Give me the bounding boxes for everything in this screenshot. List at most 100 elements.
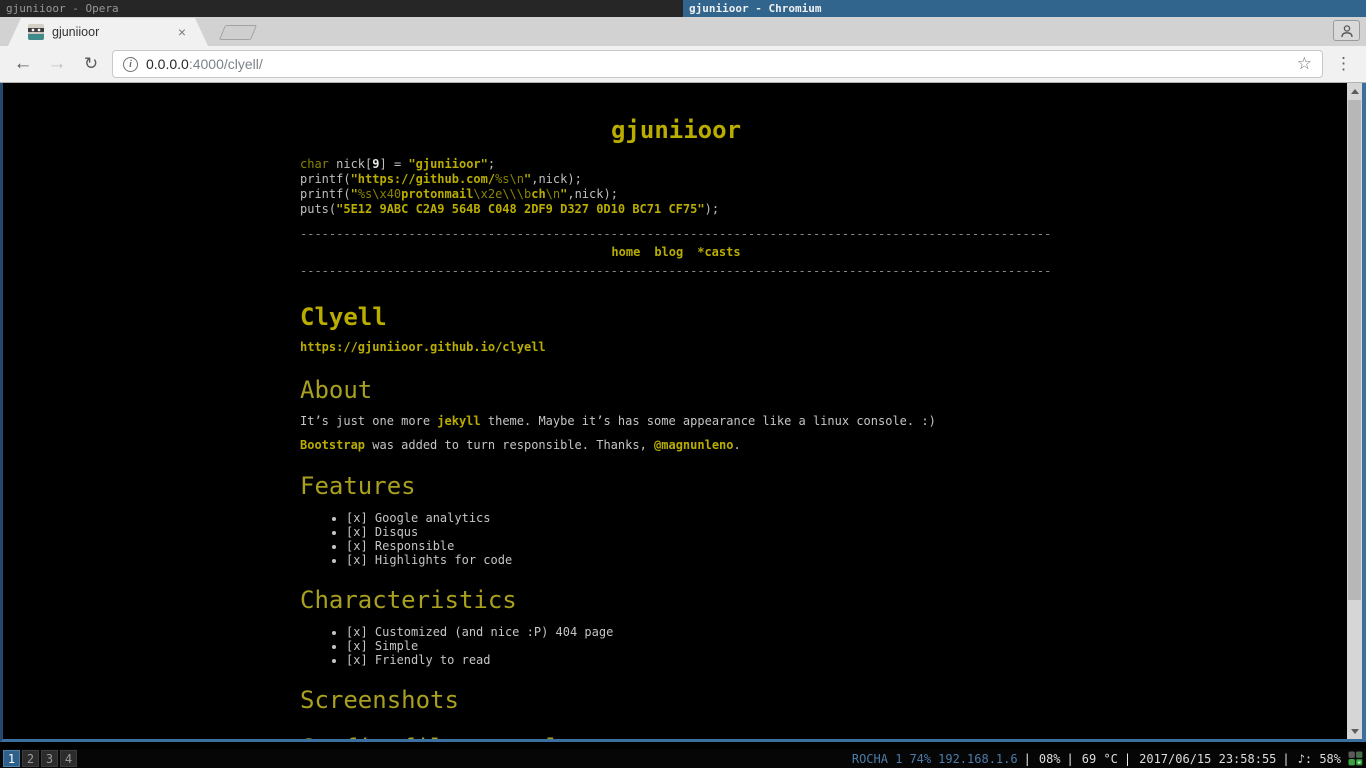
config-heading: Config file example — [300, 733, 1052, 739]
dashed-separator: ----------------------------------------… — [300, 266, 1052, 276]
header-code-block: char nick[9] = "gjuniioor";printf("https… — [300, 157, 1052, 217]
webpage: gjuniioor char nick[9] = "gjuniioor";pri… — [3, 83, 1347, 739]
text-run: nick[ — [329, 157, 372, 171]
workspace-button-2[interactable]: 2 — [22, 750, 39, 767]
window-title-opera[interactable]: gjuniioor - Opera — [0, 0, 683, 17]
status-battery: 08% — [1039, 752, 1061, 766]
tab-title: gjuniioor — [52, 25, 176, 39]
status-datetime: 2017/06/15 23:58:55 — [1139, 752, 1276, 766]
tab-strip: gjuniioor × — [0, 17, 1366, 46]
window-title-chromium-label: gjuniioor - Chromium — [689, 2, 821, 15]
status-separator: | — [1282, 752, 1289, 766]
browser-tab[interactable]: gjuniioor × — [8, 18, 208, 46]
status-separator: | — [1024, 752, 1031, 766]
code-line: puts("5E12 9ABC C2A9 564B C048 2DF9 D327… — [300, 202, 1052, 217]
page-title: gjuniioor — [300, 115, 1052, 145]
browser-menu-icon[interactable]: ⋮ — [1331, 54, 1356, 74]
tab-close-icon[interactable]: × — [176, 25, 188, 39]
address-bar[interactable]: i 0.0.0.0:4000/clyell/ ☆ — [112, 50, 1323, 78]
status-ip: 192.168.1.6 — [938, 752, 1017, 766]
text-run: puts( — [300, 202, 336, 216]
text-run: was added to turn responsible. Thanks, — [365, 438, 654, 452]
list-item: [x] Friendly to read — [346, 653, 1052, 667]
text-run: theme. Maybe it’s has some appearance li… — [481, 414, 936, 428]
workspace-button-3[interactable]: 3 — [41, 750, 58, 767]
updates-tray-icon[interactable] — [1348, 751, 1363, 766]
text-run: \n — [546, 187, 560, 201]
list-item: [x] Highlights for code — [346, 553, 1052, 567]
user-icon — [1340, 24, 1354, 38]
list-item: [x] Customized (and nice :P) 404 page — [346, 625, 1052, 639]
about-paragraph-1: It’s just one more jekyll theme. Maybe i… — [300, 414, 1052, 429]
status-info: ROCHA 1 74% 192.168.1.6 | 08% | 69 °C | … — [845, 751, 1363, 766]
code-line: printf("https://github.com/%s\n",nick); — [300, 172, 1052, 187]
wm-titlebar: gjuniioor - Opera gjuniioor - Chromium — [0, 0, 1366, 17]
browser-toolbar: ← → ↻ i 0.0.0.0:4000/clyell/ ☆ ⋮ — [0, 46, 1366, 83]
workspace-button-4[interactable]: 4 — [60, 750, 77, 767]
status-cpu: 74% — [909, 752, 931, 766]
url-host: 0.0.0.0 — [146, 56, 189, 72]
characteristics-list: [x] Customized (and nice :P) 404 page[x]… — [300, 625, 1052, 667]
features-list: [x] Google analytics[x] Disqus[x] Respon… — [300, 511, 1052, 567]
screenshots-heading: Screenshots — [300, 685, 1052, 715]
workspace-switcher: 1234 — [3, 750, 77, 767]
dashed-separator: ----------------------------------------… — [300, 229, 1052, 239]
list-item: [x] Disqus — [346, 525, 1052, 539]
status-host: ROCHA 1 — [852, 752, 903, 766]
status-volume: ♪: 58% — [1298, 752, 1341, 766]
text-run: printf( — [300, 172, 351, 186]
tab-favicon-icon — [28, 24, 44, 40]
nav-link-home[interactable]: home — [611, 245, 640, 259]
project-heading: Clyell — [300, 302, 1052, 332]
page-info-icon[interactable]: i — [123, 57, 138, 72]
code-line: char nick[9] = "gjuniioor"; — [300, 157, 1052, 172]
status-separator: | — [1067, 752, 1074, 766]
back-button[interactable]: ← — [10, 51, 36, 77]
status-separator: | — [1124, 752, 1131, 766]
text-run: "https://github.com/ — [351, 172, 496, 186]
reload-button[interactable]: ↻ — [78, 51, 104, 77]
text-run: 9 — [372, 157, 379, 171]
text-run: ); — [705, 202, 719, 216]
url-path: :4000/clyell/ — [189, 56, 263, 72]
text-run: "gjuniioor" — [408, 157, 487, 171]
text-run: protonmail — [401, 187, 473, 201]
workspace-button-1[interactable]: 1 — [3, 750, 20, 767]
text-run: printf( — [300, 187, 351, 201]
text-run: ,nick); — [567, 187, 618, 201]
project-url-link[interactable]: https://gjuniioor.github.io/clyell — [300, 340, 546, 355]
code-line: printf("%s\x40protonmail\x2e\\\bch\n",ni… — [300, 187, 1052, 202]
list-item: [x] Responsible — [346, 539, 1052, 553]
scroll-up-icon[interactable] — [1347, 83, 1362, 99]
list-item: [x] Google analytics — [346, 511, 1052, 525]
text-run: ] = — [380, 157, 409, 171]
scroll-down-icon[interactable] — [1347, 723, 1362, 739]
web-viewport: gjuniioor char nick[9] = "gjuniioor";pri… — [0, 83, 1366, 742]
forward-button[interactable]: → — [44, 51, 70, 77]
text-run: %s\x40 — [358, 187, 401, 201]
inline-link[interactable]: Bootstrap — [300, 438, 365, 452]
profile-button[interactable] — [1333, 20, 1360, 41]
text-run: char — [300, 157, 329, 171]
scrollbar-thumb[interactable] — [1348, 100, 1361, 600]
text-run: . — [734, 438, 741, 452]
nav-link-casts[interactable]: *casts — [697, 245, 740, 259]
url-text: 0.0.0.0:4000/clyell/ — [146, 56, 1289, 72]
new-tab-button[interactable] — [219, 25, 257, 40]
window-title-opera-label: gjuniioor - Opera — [6, 2, 119, 15]
text-run: "5E12 9ABC C2A9 564B C048 2DF9 D327 0D10… — [336, 202, 704, 216]
site-nav: home blog *casts — [300, 245, 1052, 260]
text-run: " — [351, 187, 358, 201]
text-run: \x2e\\\b — [473, 187, 531, 201]
inline-link[interactable]: jekyll — [437, 414, 480, 428]
features-heading: Features — [300, 471, 1052, 501]
nav-link-blog[interactable]: blog — [654, 245, 683, 259]
text-run: ,nick); — [531, 172, 582, 186]
inline-link[interactable]: @magnunleno — [654, 438, 733, 452]
list-item: [x] Simple — [346, 639, 1052, 653]
window-title-chromium[interactable]: gjuniioor - Chromium — [683, 0, 1366, 17]
bookmark-star-icon[interactable]: ☆ — [1297, 54, 1312, 74]
page-scrollbar[interactable] — [1347, 83, 1362, 739]
chromium-window: gjuniioor × ← → ↻ i 0.0.0.0:4000/clyell/… — [0, 17, 1366, 742]
status-temperature: 69 °C — [1082, 752, 1118, 766]
